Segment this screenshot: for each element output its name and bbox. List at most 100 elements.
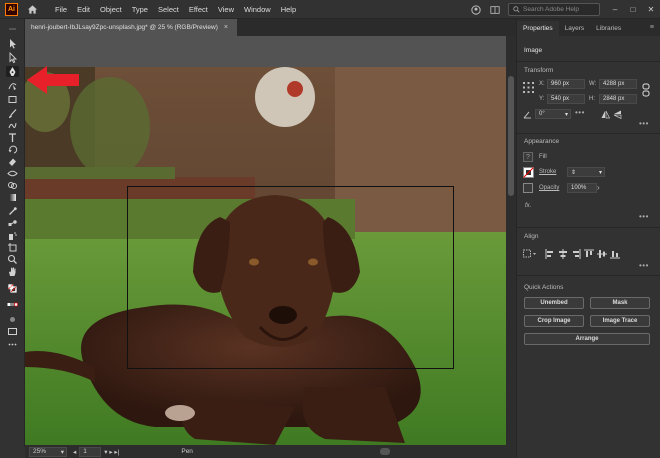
document-tab[interactable]: henri-joubert-IbJLsay9Zpc-unsplash.jpg* … <box>25 19 237 36</box>
curvature-tool-icon[interactable] <box>6 80 19 91</box>
stroke-label[interactable]: Stroke <box>539 169 556 175</box>
account-icon[interactable] <box>470 4 481 15</box>
eyedropper-tool-icon[interactable] <box>6 206 19 217</box>
align-right-icon[interactable] <box>571 249 581 259</box>
quick-actions-section-title: Quick Actions <box>524 284 564 291</box>
gradient-tool-icon[interactable] <box>6 192 19 203</box>
home-icon[interactable] <box>26 3 38 15</box>
blend-tool-icon[interactable] <box>6 218 19 229</box>
hand-tool-icon[interactable] <box>6 266 19 277</box>
opacity-field[interactable]: 100% <box>567 183 597 193</box>
canvas[interactable] <box>25 36 506 445</box>
arrange-documents-icon[interactable] <box>489 4 500 15</box>
width-field[interactable]: 4288 px <box>599 79 637 89</box>
maximize-button[interactable]: □ <box>624 5 642 14</box>
zoom-tool-icon[interactable] <box>6 254 19 265</box>
opacity-chevron-icon[interactable]: › <box>597 183 600 192</box>
y-position-field[interactable]: 540 px <box>547 94 585 104</box>
first-artboard-icon[interactable]: ◂ <box>73 448 76 456</box>
vertical-scrollbar[interactable] <box>506 36 516 445</box>
width-tool-icon[interactable] <box>6 168 19 179</box>
menu-window[interactable]: Window <box>239 5 276 14</box>
document-tab-title: henri-joubert-IbJLsay9Zpc-unsplash.jpg* … <box>31 24 218 31</box>
align-vertical-center-icon[interactable] <box>597 249 607 259</box>
tab-properties[interactable]: Properties <box>517 21 559 36</box>
x-label: X: <box>539 81 545 87</box>
tab-layers[interactable]: Layers <box>559 21 591 36</box>
menu-help[interactable]: Help <box>276 5 301 14</box>
effects-button[interactable]: fx. <box>525 203 531 209</box>
artboard-number: 1 <box>83 448 87 455</box>
arrange-button[interactable]: Arrange <box>524 333 650 345</box>
opacity-label[interactable]: Opacity <box>539 185 559 191</box>
fill-stroke-swatch[interactable] <box>6 281 19 297</box>
align-to-dropdown[interactable] <box>523 249 537 261</box>
tab-libraries[interactable]: Libraries <box>590 21 627 36</box>
transform-more-options-icon[interactable]: ••• <box>639 119 649 128</box>
w-label: W: <box>589 81 597 87</box>
panel-menu-icon[interactable]: ≡ <box>650 24 654 31</box>
flip-horizontal-icon[interactable] <box>601 110 611 121</box>
edit-toolbar-icon[interactable] <box>6 339 19 350</box>
artboard-tool-icon[interactable] <box>6 242 19 253</box>
screen-mode-icon[interactable] <box>6 326 19 337</box>
draw-mode-icon[interactable] <box>6 314 19 325</box>
menu-edit[interactable]: Edit <box>72 5 95 14</box>
stroke-weight-field[interactable]: ⇕ ▾ <box>567 167 605 177</box>
align-horizontal-center-icon[interactable] <box>558 249 568 259</box>
main-menu: File Edit Object Type Select Effect View… <box>50 5 301 14</box>
eraser-tool-icon[interactable] <box>6 156 19 167</box>
rectangle-tool-icon[interactable] <box>6 94 19 105</box>
unembed-button[interactable]: Unembed <box>524 297 584 309</box>
menu-file[interactable]: File <box>50 5 72 14</box>
direct-selection-tool-icon[interactable] <box>6 52 19 63</box>
align-top-icon[interactable] <box>584 249 594 259</box>
appearance-more-options-icon[interactable]: ••• <box>639 212 649 221</box>
rotate-tool-icon[interactable] <box>6 144 19 155</box>
menu-select[interactable]: Select <box>153 5 184 14</box>
toolbar-collapse-icon[interactable] <box>6 24 19 35</box>
align-bottom-icon[interactable] <box>610 249 620 259</box>
vertical-scroll-thumb[interactable] <box>508 76 514 196</box>
menu-view[interactable]: View <box>213 5 239 14</box>
fill-swatch[interactable]: ? <box>523 152 533 162</box>
align-left-icon[interactable] <box>545 249 555 259</box>
paintbrush-tool-icon[interactable] <box>6 108 19 119</box>
menu-type[interactable]: Type <box>127 5 153 14</box>
close-document-icon[interactable]: × <box>224 24 228 31</box>
shaper-tool-icon[interactable] <box>6 120 19 131</box>
menu-effect[interactable]: Effect <box>184 5 213 14</box>
zoom-level-dropdown[interactable]: 25% ▾ <box>29 446 67 457</box>
current-tool-label: Pen <box>181 448 193 455</box>
next-artboard-icon[interactable]: ▾ ▸ ▸| <box>104 448 119 456</box>
type-tool-icon[interactable] <box>6 132 19 143</box>
image-trace-button[interactable]: Image Trace <box>590 315 650 327</box>
constrain-proportions-icon[interactable] <box>642 83 650 99</box>
selection-tool-icon[interactable] <box>6 38 19 49</box>
artboard-number-field[interactable]: 1 <box>79 446 102 457</box>
color-mode-icon[interactable] <box>6 300 19 311</box>
mask-button[interactable]: Mask <box>590 297 650 309</box>
rotation-angle-dropdown[interactable]: 0° ▾ <box>535 109 571 119</box>
pen-tool-icon[interactable] <box>6 66 19 77</box>
more-options-icon[interactable]: ••• <box>575 108 585 117</box>
height-field[interactable]: 2848 px <box>599 94 637 104</box>
search-placeholder: Search Adobe Help <box>523 6 580 13</box>
panel-tab-bar: Properties Layers Libraries ≡ <box>517 19 660 36</box>
flip-vertical-icon[interactable] <box>613 110 622 121</box>
align-more-options-icon[interactable]: ••• <box>639 261 649 270</box>
minimize-button[interactable]: – <box>606 5 624 14</box>
close-window-button[interactable]: ✕ <box>642 5 660 14</box>
menu-object[interactable]: Object <box>95 5 127 14</box>
horizontal-scroll-thumb[interactable] <box>380 448 390 455</box>
h-label: H: <box>589 96 595 102</box>
stroke-stepper-icon[interactable]: ⇕ <box>571 169 576 176</box>
x-position-field[interactable]: 960 px <box>547 79 585 89</box>
symbol-sprayer-tool-icon[interactable] <box>6 230 19 241</box>
crop-image-button[interactable]: Crop Image <box>524 315 584 327</box>
reference-point-icon[interactable] <box>523 82 534 95</box>
help-search-field[interactable]: Search Adobe Help <box>508 3 600 16</box>
shape-builder-tool-icon[interactable] <box>6 180 19 191</box>
fill-label: Fill <box>539 154 547 160</box>
stroke-swatch[interactable] <box>523 167 534 180</box>
